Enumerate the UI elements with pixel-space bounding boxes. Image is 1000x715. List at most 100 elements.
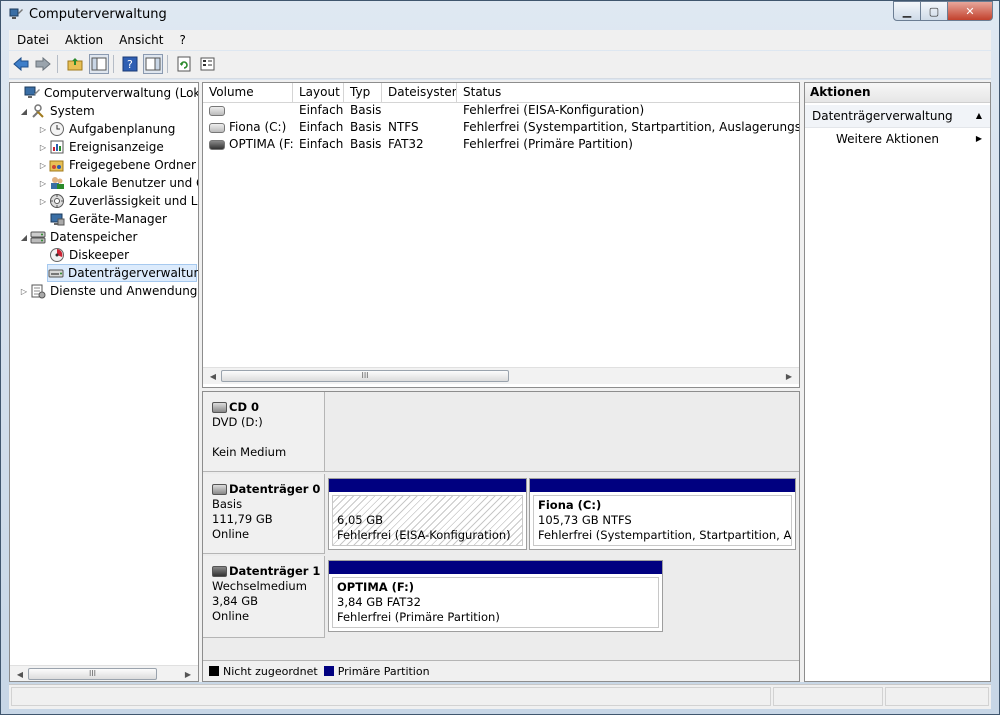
event-viewer-icon bbox=[49, 139, 65, 155]
disk-label-cd0[interactable]: CD 0 DVD (D:) Kein Medium bbox=[203, 392, 325, 472]
cd-drive-icon bbox=[212, 402, 227, 413]
status-pane bbox=[773, 687, 883, 706]
expand-arrow-icon[interactable]: ▷ bbox=[37, 197, 49, 206]
column-header-status[interactable]: Status bbox=[457, 83, 799, 102]
partition-name: OPTIMA (F:) bbox=[337, 580, 415, 594]
tree-item-label: Aufgabenplanung bbox=[69, 122, 176, 136]
expand-arrow-icon[interactable]: ▷ bbox=[37, 179, 49, 188]
collapse-arrow-icon[interactable]: ◢ bbox=[18, 107, 30, 116]
tree-horizontal-scrollbar[interactable]: ◀ III ▶ bbox=[10, 665, 198, 681]
volume-type: Basis bbox=[350, 137, 382, 151]
menu-ansicht[interactable]: Ansicht bbox=[111, 33, 171, 47]
volume-list-horizontal-scrollbar[interactable]: ◀ III ▶ bbox=[203, 367, 799, 384]
status-pane bbox=[885, 687, 989, 706]
tree-item-computer-management[interactable]: Computerverwaltung (Lokal) bbox=[12, 84, 198, 102]
partition-status: Fehlerfrei (EISA-Konfiguration) bbox=[337, 528, 511, 542]
tree-item-label: Zuverlässigkeit und Leis bbox=[69, 194, 198, 208]
maximize-button[interactable]: ▢ bbox=[920, 1, 948, 21]
column-header-layout[interactable]: Layout bbox=[293, 83, 344, 102]
volume-row[interactable]: Einfach Basis Fehlerfrei (EISA-Konfigura… bbox=[203, 102, 799, 119]
actions-section-datentraegerverwaltung[interactable]: Datenträgerverwaltung ▲ bbox=[805, 105, 990, 128]
menu-aktion[interactable]: Aktion bbox=[57, 33, 111, 47]
tree-item-datentraegerverwaltung[interactable]: Datenträgerverwaltung bbox=[47, 264, 198, 282]
caption-buttons: ▁ ▢ ✕ bbox=[893, 1, 993, 21]
action-weitere-aktionen[interactable]: Weitere Aktionen ▶ bbox=[805, 128, 990, 150]
scrollbar-thumb[interactable]: III bbox=[28, 668, 157, 680]
partition-body: 6,05 GB Fehlerfrei (EISA-Konfiguration) bbox=[332, 495, 523, 546]
collapse-arrow-icon[interactable]: ◢ bbox=[18, 233, 30, 242]
storage-icon bbox=[30, 229, 46, 245]
actions-section-label: Datenträgerverwaltung bbox=[812, 109, 953, 123]
up-folder-button[interactable] bbox=[65, 54, 85, 74]
tree-item-lokale-benutzer[interactable]: ▷ Lokale Benutzer und Gr bbox=[37, 174, 198, 192]
volume-list: Volume Layout Typ Dateisystem Status Ein… bbox=[202, 82, 800, 388]
actions-pane: Aktionen Datenträgerverwaltung ▲ Weitere… bbox=[804, 82, 991, 682]
volume-type: Basis bbox=[350, 120, 382, 134]
disk-name: Datenträger 1 bbox=[229, 564, 321, 578]
disk-label-disk1[interactable]: Datenträger 1 Wechselmedium 3,84 GB Onli… bbox=[203, 556, 325, 638]
tree-item-datenspeicher[interactable]: ◢ Datenspeicher bbox=[18, 228, 137, 246]
tree-item-diskeeper[interactable]: Diskeeper bbox=[37, 246, 129, 264]
hard-disk-icon bbox=[212, 484, 227, 495]
disk-name: CD 0 bbox=[229, 400, 259, 414]
menu-datei[interactable]: Datei bbox=[9, 33, 57, 47]
disk-label-disk0[interactable]: Datenträger 0 Basis 111,79 GB Online bbox=[203, 474, 325, 554]
expand-arrow-icon[interactable]: ▷ bbox=[37, 125, 49, 134]
scroll-left-arrow-icon[interactable]: ◀ bbox=[12, 666, 28, 681]
column-header-dateisystem[interactable]: Dateisystem bbox=[382, 83, 457, 102]
refresh-icon bbox=[177, 56, 191, 72]
primary-partition-bar bbox=[329, 479, 526, 492]
tree-item-geraete-manager[interactable]: Geräte-Manager bbox=[37, 210, 167, 228]
tree-item-dienste-und-anwendungen[interactable]: ▷ Dienste und Anwendungen bbox=[18, 282, 199, 300]
action-label: Weitere Aktionen bbox=[836, 132, 939, 146]
tree-item-aufgabenplanung[interactable]: ▷ Aufgabenplanung bbox=[37, 120, 175, 138]
tree-item-label: System bbox=[50, 104, 95, 118]
status-bar bbox=[9, 684, 991, 709]
volume-status: Fehlerfrei (Primäre Partition) bbox=[463, 137, 633, 151]
partition-eisa[interactable]: 6,05 GB Fehlerfrei (EISA-Konfiguration) bbox=[328, 478, 527, 550]
scroll-right-arrow-icon[interactable]: ▶ bbox=[781, 368, 797, 384]
legend-swatch-primary bbox=[323, 666, 334, 676]
close-button[interactable]: ✕ bbox=[947, 1, 993, 21]
help-button[interactable]: ? bbox=[120, 54, 140, 74]
refresh-button[interactable] bbox=[174, 54, 194, 74]
back-button[interactable] bbox=[11, 54, 31, 74]
column-header-typ[interactable]: Typ bbox=[344, 83, 382, 102]
computer-management-icon bbox=[9, 7, 23, 21]
column-header-volume[interactable]: Volume bbox=[203, 83, 293, 102]
forward-button[interactable] bbox=[33, 54, 53, 74]
expand-arrow-icon[interactable]: ▷ bbox=[37, 143, 49, 152]
minimize-button[interactable]: ▁ bbox=[893, 1, 921, 21]
volume-row[interactable]: Fiona (C:) Einfach Basis NTFS Fehlerfrei… bbox=[203, 119, 799, 136]
minimize-icon: ▁ bbox=[902, 4, 912, 18]
expand-arrow-icon[interactable]: ▷ bbox=[18, 287, 30, 296]
removable-drive-icon bbox=[209, 139, 225, 150]
scrollbar-thumb[interactable]: III bbox=[221, 370, 509, 382]
scroll-left-arrow-icon[interactable]: ◀ bbox=[205, 368, 221, 384]
tree-item-label: Dienste und Anwendungen bbox=[50, 284, 199, 298]
action-pane-icon bbox=[145, 57, 161, 71]
tree-item-zuverlaessigkeit[interactable]: ▷ Zuverlässigkeit und Leis bbox=[37, 192, 198, 210]
show-hide-console-tree-button[interactable] bbox=[89, 54, 109, 74]
tree-item-freigegebene-ordner[interactable]: ▷ Freigegebene Ordner bbox=[37, 156, 196, 174]
volume-type: Basis bbox=[350, 103, 382, 117]
device-manager-icon bbox=[49, 211, 65, 227]
tree-item-system[interactable]: ◢ System bbox=[18, 102, 95, 120]
tools-icon bbox=[30, 103, 46, 119]
menu-help[interactable]: ? bbox=[171, 33, 193, 47]
show-hide-action-pane-button[interactable] bbox=[143, 54, 163, 74]
partition-fiona-c[interactable]: Fiona (C:) 105,73 GB NTFS Fehlerfrei (Sy… bbox=[529, 478, 796, 550]
properties-button[interactable] bbox=[198, 54, 218, 74]
volume-name: OPTIMA (F:) bbox=[229, 137, 293, 151]
scroll-right-arrow-icon[interactable]: ▶ bbox=[180, 666, 196, 681]
tree-item-ereignisanzeige[interactable]: ▷ Ereignisanzeige bbox=[37, 138, 164, 156]
shared-folder-icon bbox=[49, 157, 65, 173]
title-bar[interactable]: Computerverwaltung ▁ ▢ ✕ bbox=[1, 1, 999, 29]
disk-info-line: Basis bbox=[212, 497, 243, 511]
collapse-up-icon[interactable]: ▲ bbox=[976, 105, 982, 127]
disk-management-icon bbox=[48, 265, 64, 281]
partition-optima-f[interactable]: OPTIMA (F:) 3,84 GB FAT32 Fehlerfrei (Pr… bbox=[328, 560, 663, 632]
menu-bar: Datei Aktion Ansicht ? bbox=[9, 30, 991, 50]
expand-arrow-icon[interactable]: ▷ bbox=[37, 161, 49, 170]
volume-row[interactable]: OPTIMA (F:) Einfach Basis FAT32 Fehlerfr… bbox=[203, 136, 799, 153]
